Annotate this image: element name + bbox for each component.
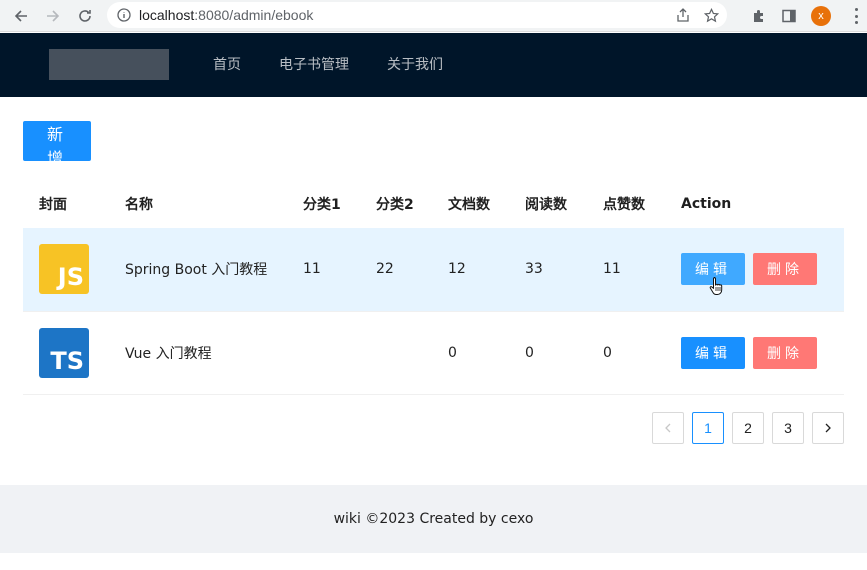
footer: wiki ©2023 Created by cexo bbox=[0, 485, 867, 553]
page-button-2[interactable]: 2 bbox=[732, 412, 764, 444]
pagination: 1 2 3 bbox=[652, 412, 844, 444]
ebook-doc-count: 12 bbox=[432, 228, 509, 312]
side-panel-icon[interactable] bbox=[781, 8, 797, 24]
table-header-row: 封面 名称 分类1 分类2 文档数 阅读数 点赞数 Action bbox=[23, 180, 844, 228]
ebook-category1 bbox=[287, 311, 360, 395]
column-header-doc-count: 文档数 bbox=[448, 197, 490, 213]
ebook-name: Spring Boot 入门教程 bbox=[109, 228, 287, 312]
ebook-view-count: 33 bbox=[509, 228, 587, 312]
ebook-cover-js: JS bbox=[39, 244, 89, 295]
menu-item-about[interactable]: 关于我们 bbox=[368, 33, 462, 97]
column-header-view-count: 阅读数 bbox=[525, 197, 567, 213]
reload-button[interactable] bbox=[70, 2, 100, 30]
row-actions: 编辑 删除 bbox=[681, 253, 844, 286]
ebook-category2: 22 bbox=[360, 228, 432, 312]
forward-button[interactable] bbox=[38, 2, 68, 30]
app-header: 首页 电子书管理 关于我们 bbox=[0, 33, 867, 97]
ebook-category2 bbox=[360, 311, 432, 395]
column-header-category2: 分类2 bbox=[376, 197, 414, 213]
ebook-like-count: 11 bbox=[587, 228, 665, 312]
top-menu: 首页 电子书管理 关于我们 bbox=[194, 33, 462, 97]
delete-button[interactable]: 删除 bbox=[753, 253, 817, 286]
browser-toolbar: localhost:8080/admin/ebook x bbox=[0, 0, 867, 32]
column-header-action: Action bbox=[681, 196, 732, 212]
table-row: TS Vue 入门教程 0 0 0 编辑 删除 bbox=[23, 311, 844, 395]
row-actions: 编辑 删除 bbox=[681, 336, 844, 369]
page-button-3[interactable]: 3 bbox=[772, 412, 804, 444]
ebook-like-count: 0 bbox=[587, 311, 665, 395]
browser-menu-icon[interactable] bbox=[855, 8, 859, 24]
chevron-right-icon bbox=[825, 423, 831, 433]
add-button[interactable]: 新增 bbox=[23, 121, 91, 168]
url-text: localhost:8080/admin/ebook bbox=[139, 7, 314, 23]
column-header-category1: 分类1 bbox=[303, 197, 341, 213]
table-row: JS Spring Boot 入门教程 11 22 12 33 11 编辑 删除 bbox=[23, 228, 844, 312]
next-page-button[interactable] bbox=[812, 412, 844, 444]
arrow-right-icon bbox=[47, 10, 60, 22]
logo-placeholder bbox=[49, 49, 169, 80]
prev-page-button[interactable] bbox=[652, 412, 684, 444]
info-icon bbox=[117, 8, 131, 22]
page-button-1[interactable]: 1 bbox=[692, 412, 724, 444]
address-bar[interactable]: localhost:8080/admin/ebook bbox=[107, 2, 727, 28]
menu-item-home[interactable]: 首页 bbox=[194, 33, 260, 97]
ebook-name: Vue 入门教程 bbox=[109, 311, 287, 395]
column-header-like-count: 点赞数 bbox=[603, 197, 645, 213]
delete-button[interactable]: 删除 bbox=[753, 336, 817, 369]
profile-avatar[interactable]: x bbox=[811, 6, 831, 26]
edit-button[interactable]: 编辑 bbox=[681, 336, 745, 369]
column-header-name: 名称 bbox=[125, 197, 153, 213]
reload-icon bbox=[79, 10, 91, 22]
chevron-left-icon bbox=[665, 423, 671, 433]
ebook-doc-count: 0 bbox=[432, 311, 509, 395]
ebook-category1: 11 bbox=[287, 228, 360, 312]
share-icon[interactable] bbox=[676, 8, 690, 22]
arrow-left-icon bbox=[14, 10, 27, 22]
menu-item-ebook-admin[interactable]: 电子书管理 bbox=[260, 33, 368, 97]
extensions-puzzle-icon[interactable] bbox=[751, 8, 767, 24]
ebook-cover-ts: TS bbox=[39, 327, 89, 378]
bookmark-star-icon[interactable] bbox=[704, 7, 719, 23]
back-button[interactable] bbox=[6, 2, 36, 30]
hand-cursor-icon bbox=[709, 277, 723, 295]
footer-text: wiki ©2023 Created by cexo bbox=[333, 511, 534, 527]
column-header-cover: 封面 bbox=[39, 197, 67, 213]
ebook-view-count: 0 bbox=[509, 311, 587, 395]
